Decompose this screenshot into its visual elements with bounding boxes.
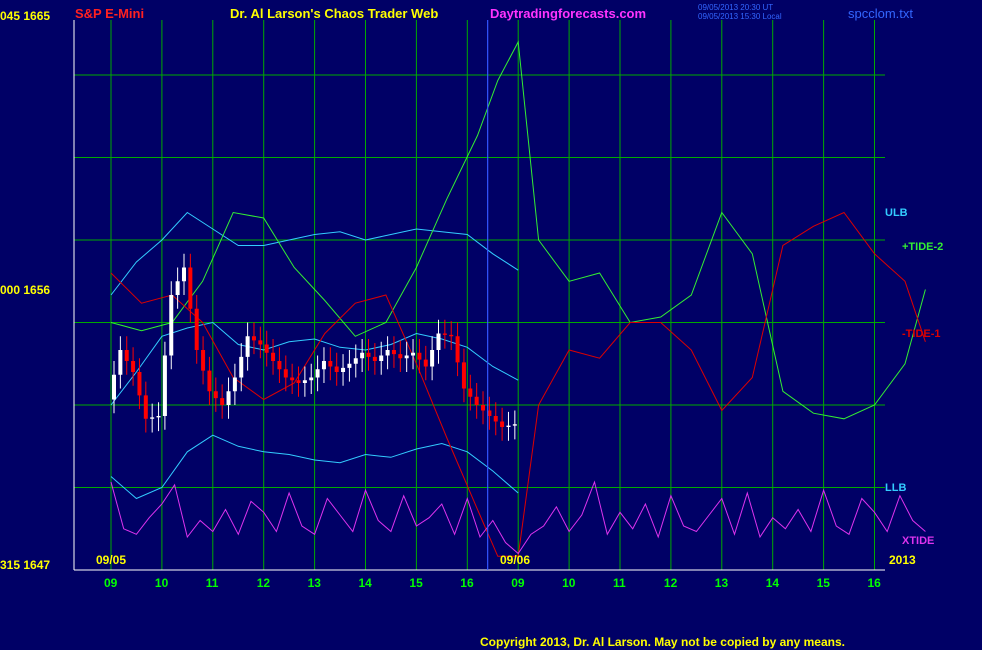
x-tick-label: 15 bbox=[816, 576, 830, 590]
timestamp-ut: 09/05/2013 20:30 UT bbox=[698, 3, 774, 12]
label-tide1: -TIDE-1 bbox=[902, 328, 941, 340]
price-bar-up bbox=[162, 355, 167, 416]
date-label-day2: 09/06 bbox=[500, 553, 531, 567]
price-bar-down bbox=[449, 334, 454, 337]
x-tick-label: 14 bbox=[765, 576, 780, 590]
price-bar-down bbox=[137, 372, 142, 396]
price-bar-down bbox=[423, 359, 428, 367]
x-tick-label: 16 bbox=[867, 576, 881, 590]
price-bar-down bbox=[398, 354, 403, 359]
x-tick-label: 09 bbox=[511, 576, 525, 590]
price-bar-down bbox=[290, 377, 295, 381]
chart-grid bbox=[74, 20, 885, 571]
price-bar-up bbox=[321, 361, 326, 370]
price-bar-down bbox=[258, 340, 263, 345]
chart bbox=[73, 20, 926, 571]
price-bar-down bbox=[251, 336, 256, 341]
x-tick-label: 15 bbox=[409, 576, 423, 590]
price-bar-up bbox=[341, 367, 346, 372]
data-file-name: spcclom.txt bbox=[848, 6, 914, 21]
price-bar-up bbox=[226, 391, 231, 405]
x-tick-label: 14 bbox=[358, 576, 372, 590]
price-bar-down bbox=[493, 416, 498, 422]
copyright-footer: Copyright 2013, Dr. Al Larson. May not b… bbox=[480, 635, 845, 649]
x-tick-label: 10 bbox=[562, 576, 576, 590]
date-label-year: 2013 bbox=[889, 553, 916, 567]
price-bar-up bbox=[353, 358, 358, 364]
timestamp-local: 09/05/2013 15:30 Local bbox=[698, 12, 782, 21]
date-label-day1: 09/05 bbox=[96, 553, 127, 567]
price-bar-down bbox=[474, 396, 479, 405]
price-bar-down bbox=[131, 361, 136, 372]
page-title: Dr. Al Larson's Chaos Trader Web bbox=[230, 6, 439, 21]
price-bar-down bbox=[194, 308, 199, 350]
price-bar-down bbox=[442, 333, 447, 335]
x-tick-label: 12 bbox=[663, 576, 678, 590]
price-bar-up bbox=[512, 424, 517, 426]
label-tide2: +TIDE-2 bbox=[902, 241, 944, 253]
price-bar-down bbox=[207, 370, 212, 392]
x-tick-label: 10 bbox=[154, 576, 169, 590]
price-bar-up bbox=[506, 425, 511, 427]
price-bar-up bbox=[315, 369, 320, 378]
label-llb: LLB bbox=[885, 482, 907, 494]
price-bar-up bbox=[309, 377, 314, 381]
price-bar-up bbox=[430, 350, 435, 367]
price-bar-down bbox=[283, 369, 288, 378]
price-bar-up bbox=[232, 377, 237, 392]
x-tick-label: 11 bbox=[205, 576, 219, 590]
price-bar-up bbox=[156, 416, 161, 418]
price-bar-down bbox=[366, 352, 371, 357]
price-bar-up bbox=[181, 267, 186, 282]
price-bar-down bbox=[277, 361, 282, 370]
price-bar-down bbox=[391, 350, 396, 355]
price-bar-up bbox=[404, 355, 409, 359]
x-tick-label: 13 bbox=[307, 576, 321, 590]
price-bar-down bbox=[468, 388, 473, 397]
price-bar-down bbox=[296, 380, 301, 383]
price-bar-up bbox=[411, 352, 416, 356]
x-tick-label: 16 bbox=[460, 576, 474, 590]
price-bar-down bbox=[264, 344, 269, 353]
y-tick-label-top: 045 1665 bbox=[0, 9, 51, 23]
site-link[interactable]: Daytradingforecasts.com bbox=[490, 6, 646, 21]
price-bar-down bbox=[481, 405, 486, 411]
price-bar-up bbox=[379, 355, 384, 361]
price-bar-down bbox=[500, 421, 505, 427]
price-bar-down bbox=[455, 336, 460, 363]
label-ulb: ULB bbox=[885, 207, 908, 219]
price-bar-up bbox=[385, 350, 390, 356]
price-bar-up bbox=[347, 363, 352, 368]
price-bar-down bbox=[201, 350, 206, 371]
y-tick-label-bottom: 315 1647 bbox=[0, 558, 51, 572]
price-bar-up bbox=[245, 336, 250, 357]
x-tick-label: 09 bbox=[104, 576, 118, 590]
price-bar-up bbox=[360, 352, 365, 359]
y-tick-label-mid: 000 1656 bbox=[0, 283, 51, 297]
price-bar-down bbox=[124, 350, 129, 361]
price-bar-down bbox=[417, 352, 422, 360]
price-bar-up bbox=[302, 380, 307, 383]
price-bar-down bbox=[461, 362, 466, 389]
price-bar-down bbox=[328, 361, 333, 367]
price-bar-up bbox=[436, 333, 441, 350]
symbol-title: S&P E-Mini bbox=[75, 6, 145, 21]
price-bar-down bbox=[372, 356, 377, 361]
price-bar-up bbox=[169, 295, 174, 356]
label-xtide: XTIDE bbox=[902, 535, 935, 547]
x-tick-label: 11 bbox=[613, 576, 626, 590]
price-bar-up bbox=[112, 374, 116, 400]
price-bar-down bbox=[143, 395, 148, 419]
price-bar-up bbox=[175, 281, 180, 295]
price-bar-up bbox=[118, 350, 123, 375]
price-bar-down bbox=[188, 267, 193, 309]
x-tick-label: 13 bbox=[714, 576, 729, 590]
price-bar-up bbox=[150, 417, 155, 419]
price-bar-down bbox=[334, 366, 339, 372]
x-tick-label: 12 bbox=[256, 576, 271, 590]
price-bar-up bbox=[239, 356, 244, 378]
price-bar-down bbox=[271, 352, 276, 361]
price-bar-down bbox=[213, 391, 218, 399]
price-bar-down bbox=[220, 398, 225, 405]
